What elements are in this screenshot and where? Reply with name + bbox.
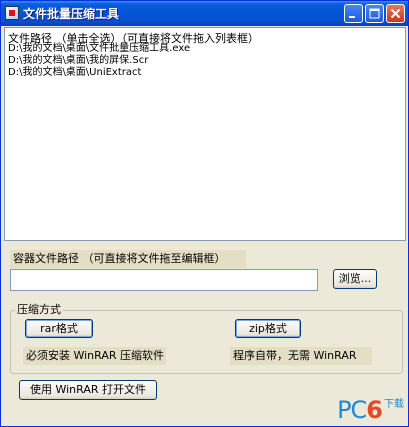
minimize-icon	[349, 16, 355, 18]
watermark-pc: PC	[337, 396, 367, 424]
container-path-label: 容器文件路径 （可直接将文件拖至编辑框）	[10, 250, 246, 268]
watermark-six: 6	[366, 396, 383, 424]
close-button[interactable]	[386, 4, 405, 23]
app-window: 文件批量压缩工具 文件路径 （单击全选）（可直接将文件拖入列表框） D:\我的文…	[0, 0, 409, 427]
maximize-icon	[369, 8, 380, 19]
list-item[interactable]: D:\我的文档\桌面\UniExtract	[8, 67, 190, 79]
pc6-watermark: PC6下载	[337, 396, 404, 424]
close-icon	[390, 8, 401, 19]
minimize-button[interactable]	[344, 4, 363, 23]
window-title: 文件批量压缩工具	[23, 7, 120, 21]
title-bar[interactable]: 文件批量压缩工具	[1, 1, 408, 26]
app-icon	[5, 6, 19, 20]
list-item[interactable]: D:\我的文档\桌面\我的屏保.Scr	[8, 55, 190, 67]
rar-requirement-note: 必须安装 WinRAR 压缩软件	[23, 347, 166, 365]
file-list[interactable]: 文件路径 （单击全选）（可直接将文件拖入列表框） D:\我的文档\桌面\文件批量…	[4, 27, 406, 241]
open-with-winrar-button[interactable]: 使用 WinRAR 打开文件	[19, 380, 157, 400]
zip-requirement-note: 程序自带，无需 WinRAR	[230, 347, 372, 365]
rar-format-button[interactable]: rar格式	[25, 319, 93, 338]
browse-button[interactable]: 浏览...	[333, 269, 377, 289]
maximize-button[interactable]	[365, 4, 384, 23]
container-path-input[interactable]	[10, 269, 318, 291]
list-item[interactable]: D:\我的文档\桌面\文件批量压缩工具.exe	[8, 43, 190, 55]
watermark-download: 下载	[384, 399, 404, 410]
compress-method-legend: 压缩方式	[15, 303, 63, 317]
zip-format-button[interactable]: zip格式	[235, 319, 301, 338]
